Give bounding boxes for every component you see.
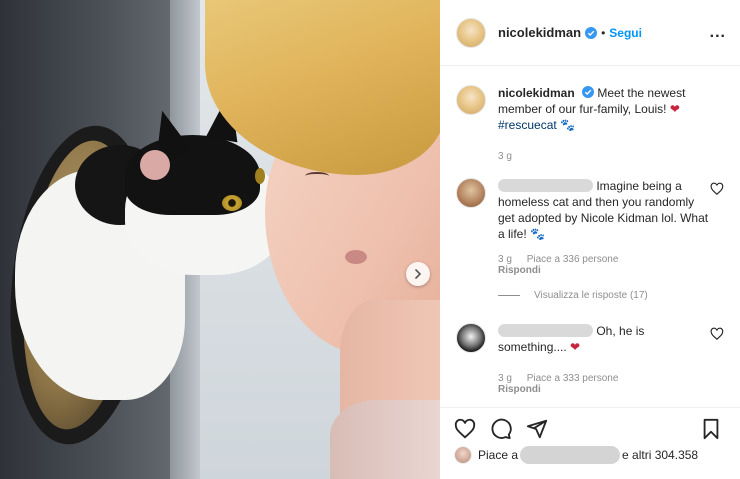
comment: Oh, he is something.... ❤ [456, 323, 724, 355]
action-icons [454, 418, 728, 440]
next-image-button[interactable] [406, 262, 430, 286]
commenter-avatar[interactable] [456, 323, 486, 353]
author-username[interactable]: nicolekidman [498, 25, 581, 40]
view-replies-label: Visualizza le risposte (17) [534, 290, 648, 301]
likes-summary[interactable]: Piace a e altri 304.358 [454, 446, 728, 464]
heart-icon[interactable] [710, 182, 724, 196]
share-icon[interactable] [526, 418, 548, 440]
more-options-icon[interactable]: ... [710, 24, 726, 42]
comment-meta: 3 g Piace a 336 persone [498, 254, 724, 265]
heart-emoji: ❤ [570, 340, 581, 354]
verified-badge-icon [582, 86, 595, 98]
paw-emoji: 🐾 [560, 118, 575, 132]
blurred-liker-name [520, 446, 621, 464]
blurred-username [498, 179, 593, 192]
verified-badge-icon [585, 26, 598, 39]
follow-button[interactable]: Segui [609, 26, 642, 40]
post-header: nicolekidman • Segui ... [440, 0, 740, 66]
likes-prefix: Piace a [478, 448, 519, 462]
post-actions: Piace a e altri 304.358 [440, 407, 740, 464]
caption: nicolekidman Meet the newest member of o… [456, 85, 724, 133]
caption-time[interactable]: 3 g [498, 151, 512, 162]
caption-author-avatar[interactable] [456, 85, 486, 115]
comment: Imagine being a homeless cat and then yo… [456, 178, 724, 242]
image-woman-eye [305, 172, 329, 180]
hashtag-link[interactable]: #rescuecat [498, 118, 557, 132]
reply-button[interactable]: Rispondi [498, 384, 724, 395]
comment-likes[interactable]: Piace a 333 persone [527, 373, 619, 384]
image-cat-ear-inner [140, 150, 170, 180]
replies-divider [498, 295, 520, 296]
comment-likes[interactable]: Piace a 336 persone [527, 254, 619, 265]
comment-meta: 3 g Piace a 333 persone [498, 373, 724, 384]
heart-icon[interactable] [454, 418, 476, 440]
chevron-right-icon [415, 269, 422, 279]
image-woman-lips [345, 250, 367, 264]
comment-time[interactable]: 3 g [498, 373, 512, 384]
commenter-avatar[interactable] [456, 178, 486, 208]
reply-button[interactable]: Rispondi [498, 265, 724, 276]
image-cat-eye [255, 168, 265, 184]
author-avatar[interactable] [456, 17, 486, 48]
image-cat-eye [222, 195, 242, 211]
post-image[interactable] [0, 0, 440, 479]
heart-icon[interactable] [710, 327, 724, 341]
caption-meta: 3 g [498, 151, 724, 162]
paw-emoji: 🐾 [530, 227, 545, 241]
heart-emoji: ❤ [669, 102, 680, 116]
comment-text: Oh, he is something.... ❤ [498, 323, 710, 355]
bookmark-icon[interactable] [700, 418, 722, 440]
caption-text: nicolekidman Meet the newest member of o… [498, 85, 713, 133]
post-side-panel: nicolekidman • Segui ... nicolekidman Me… [440, 0, 740, 479]
separator-dot: • [601, 25, 606, 40]
comment-time[interactable]: 3 g [498, 254, 512, 265]
liker-avatar [454, 446, 472, 464]
blurred-username [498, 324, 593, 337]
comments-list[interactable]: nicolekidman Meet the newest member of o… [440, 67, 740, 407]
comment-text: Imagine being a homeless cat and then yo… [498, 178, 710, 242]
likes-suffix: e altri 304.358 [622, 448, 699, 462]
image-robe [330, 400, 440, 479]
comment-icon[interactable] [490, 418, 512, 440]
view-replies-button[interactable]: Visualizza le risposte (17) [498, 290, 724, 301]
caption-username[interactable]: nicolekidman [498, 86, 575, 100]
